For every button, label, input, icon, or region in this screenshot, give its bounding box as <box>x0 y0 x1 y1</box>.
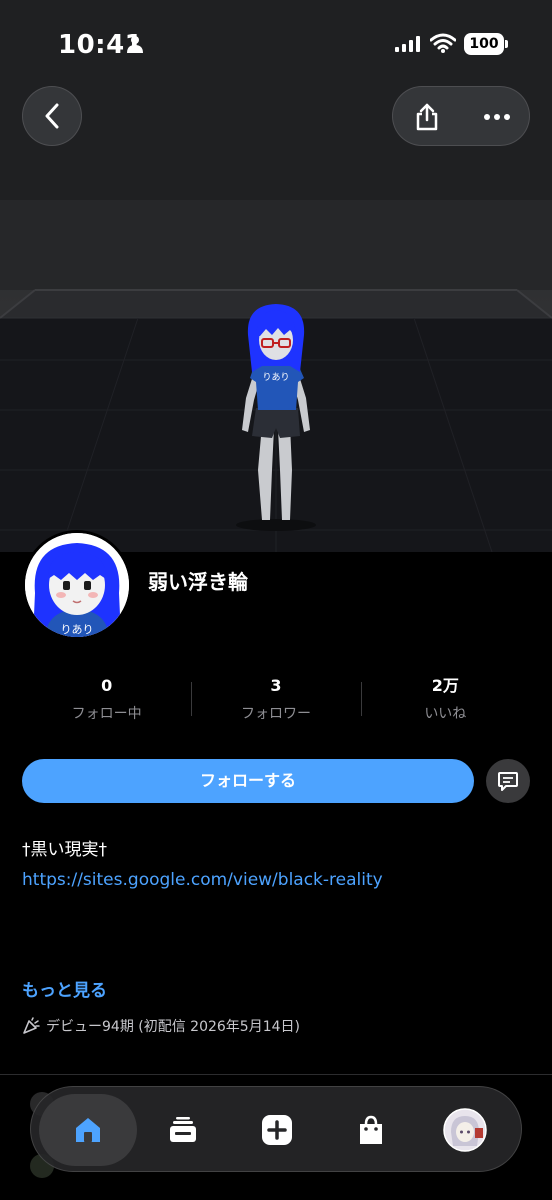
wifi-icon <box>430 33 456 53</box>
bio-link[interactable]: https://sites.google.com/view/black-real… <box>22 865 383 895</box>
profile-stats: 0 フォロー中 3 フォロワー 2万 いいね <box>22 672 530 728</box>
avatar-shirt-text: りあり <box>61 623 94 636</box>
stat-value: 2万 <box>431 676 459 695</box>
tab-shop[interactable] <box>341 1100 401 1160</box>
back-button[interactable] <box>22 86 82 146</box>
shop-icon <box>360 1115 382 1144</box>
stat-value: 3 <box>270 676 282 695</box>
avatar[interactable]: りあり <box>22 530 132 640</box>
profile-avatar <box>443 1108 487 1152</box>
debut-info: デビュー94期 (初配信 2026年5月14日) <box>22 1016 300 1036</box>
share-icon <box>416 103 438 131</box>
stat-label: フォロワー <box>240 706 311 722</box>
debut-text: デビュー94期 (初配信 2026年5月14日) <box>46 1019 300 1035</box>
stat-followers[interactable]: 3 フォロワー <box>191 672 360 728</box>
stat-value: 0 <box>101 676 113 695</box>
ellipsis-icon <box>484 114 510 120</box>
person-icon <box>127 36 143 53</box>
message-button[interactable] <box>486 759 530 803</box>
svg-text:りあり: りあり <box>262 372 289 383</box>
action-pill <box>392 86 530 146</box>
home-icon <box>76 1118 100 1142</box>
tab-bar <box>30 1086 522 1172</box>
chevron-left-icon <box>45 103 59 129</box>
feed-icon <box>170 1117 196 1142</box>
stat-label: フォロー中 <box>71 706 142 722</box>
tab-create[interactable] <box>247 1100 307 1160</box>
message-icon <box>498 772 518 791</box>
share-button[interactable] <box>407 97 447 137</box>
stat-label: いいね <box>424 706 467 722</box>
profile-name: 弱い浮き輪 <box>148 570 248 594</box>
tab-feed[interactable] <box>153 1100 213 1160</box>
tab-home[interactable] <box>39 1094 137 1166</box>
status-bar: 10:41 100 <box>0 0 552 90</box>
bio-text: †黒い現実† <box>22 840 107 860</box>
more-button[interactable] <box>477 97 517 137</box>
follow-button[interactable]: フォローする <box>22 759 474 803</box>
battery-tip <box>505 40 508 48</box>
profile-bio: †黒い現実† https://sites.google.com/view/bla… <box>22 835 383 895</box>
avatar-image: りあり <box>25 533 129 637</box>
party-popper-icon <box>23 1017 40 1034</box>
show-more-link[interactable]: もっと見る <box>22 976 107 1001</box>
tab-profile[interactable] <box>435 1100 495 1160</box>
stat-likes[interactable]: 2万 いいね <box>360 672 530 728</box>
add-icon <box>262 1115 292 1145</box>
battery-indicator: 100 <box>464 33 504 55</box>
stat-following[interactable]: 0 フォロー中 <box>22 672 191 728</box>
section-divider <box>0 1074 552 1075</box>
signal-icon <box>395 36 420 52</box>
